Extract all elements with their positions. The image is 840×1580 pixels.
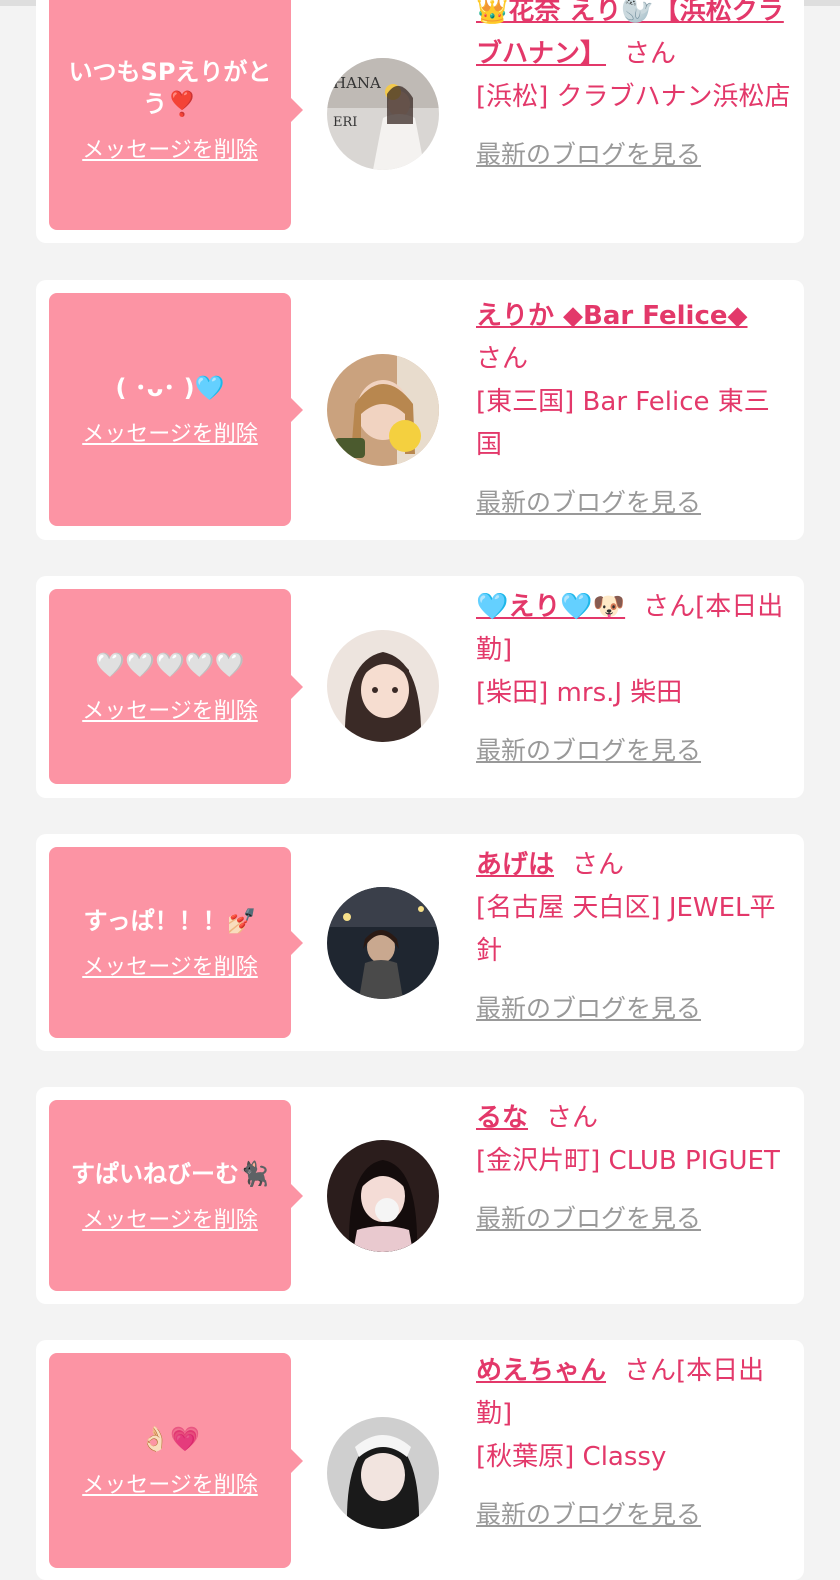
message-card: 👌🏻💗 メッセージを削除 めえちゃん さん[本日出勤] [秋葉原] Classy … — [36, 1340, 804, 1580]
avatar[interactable] — [327, 1140, 439, 1252]
profile-photo-icon — [327, 354, 439, 466]
avatar[interactable] — [327, 630, 439, 742]
sender-info: るな さん [金沢片町] CLUB PIGUET 最新のブログを見る — [476, 1097, 792, 1241]
message-bubble: すっぱ！！！💅🏻 メッセージを削除 — [49, 847, 303, 1038]
shop-text: [東三国] Bar Felice 東三国 — [476, 387, 770, 460]
honorific: さん — [572, 850, 625, 880]
honorific: さん — [546, 1103, 599, 1133]
avatar[interactable]: HANA ERI — [327, 58, 439, 170]
sender-name-link[interactable]: めえちゃん — [476, 1356, 606, 1386]
svg-text:HANA: HANA — [333, 74, 381, 92]
avatar[interactable] — [327, 1417, 439, 1529]
latest-blog-link[interactable]: 最新のブログを見る — [476, 1197, 701, 1240]
message-card: ( ･ᴗ･ )🩵 メッセージを削除 えりか ◆Bar Felice◆ さん [東… — [36, 280, 804, 540]
message-card: いつもSPえりがとう❣️ メッセージを削除 HANA ERI 👑花奈 えり🦭【浜… — [36, 0, 804, 243]
sender-info: 🩵えり🩵🐶 さん[本日出勤] [柴田] mrs.J 柴田 最新のブログを見る — [476, 586, 792, 773]
avatar[interactable] — [327, 354, 439, 466]
sender-info: めえちゃん さん[本日出勤] [秋葉原] Classy 最新のブログを見る — [476, 1350, 792, 1537]
honorific: さん — [624, 39, 677, 69]
message-bubble: 👌🏻💗 メッセージを削除 — [49, 1353, 303, 1568]
message-bubble: すぱいねびーむ🐈‍⬛ メッセージを削除 — [49, 1100, 303, 1291]
message-bubble: 🤍🤍🤍🤍🤍 メッセージを削除 — [49, 589, 303, 784]
sender-name-link[interactable]: あげは — [476, 850, 554, 880]
sender-name-link[interactable]: えりか ◆Bar Felice◆ — [476, 301, 748, 331]
message-card: すっぱ！！！💅🏻 メッセージを削除 あげは さん [名古屋 天白区] JEWEL平… — [36, 834, 804, 1051]
message-text: ( ･ᴗ･ )🩵 — [115, 373, 225, 402]
shop-text: [名古屋 天白区] JEWEL平針 — [476, 893, 776, 966]
delete-message-link[interactable]: メッセージを削除 — [82, 132, 258, 164]
delete-message-link[interactable]: メッセージを削除 — [82, 1467, 258, 1499]
profile-photo-icon — [327, 887, 439, 999]
delete-message-link[interactable]: メッセージを削除 — [82, 416, 258, 448]
message-card: すぱいねびーむ🐈‍⬛ メッセージを削除 るな さん [金沢片町] CLUB PIG… — [36, 1087, 804, 1304]
delete-message-link[interactable]: メッセージを削除 — [82, 949, 258, 981]
message-card: 🤍🤍🤍🤍🤍 メッセージを削除 🩵えり🩵🐶 さん[本日出勤] [柴田] mrs.J … — [36, 576, 804, 798]
message-bubble: いつもSPえりがとう❣️ メッセージを削除 — [49, 0, 303, 230]
avatar[interactable] — [327, 887, 439, 999]
profile-photo-icon: HANA ERI — [327, 58, 439, 170]
message-text: すっぱ！！！💅🏻 — [83, 906, 257, 935]
profile-photo-icon — [327, 1140, 439, 1252]
message-text: 🤍🤍🤍🤍🤍 — [95, 650, 245, 679]
delete-message-link[interactable]: メッセージを削除 — [82, 1202, 258, 1234]
message-bubble: ( ･ᴗ･ )🩵 メッセージを削除 — [49, 293, 303, 526]
latest-blog-link[interactable]: 最新のブログを見る — [476, 987, 701, 1030]
sender-name-link[interactable]: 🩵えり🩵🐶 — [476, 592, 625, 622]
latest-blog-link[interactable]: 最新のブログを見る — [476, 133, 701, 176]
profile-photo-icon — [327, 630, 439, 742]
message-text: 👌🏻💗 — [140, 1424, 200, 1453]
shop-text: [金沢片町] CLUB PIGUET — [476, 1146, 780, 1176]
svg-text:ERI: ERI — [333, 115, 357, 130]
sender-name-link[interactable]: るな — [476, 1103, 528, 1133]
shop-text: [秋葉原] Classy — [476, 1442, 667, 1472]
latest-blog-link[interactable]: 最新のブログを見る — [476, 1493, 701, 1536]
profile-photo-icon — [327, 1417, 439, 1529]
sender-info: あげは さん [名古屋 天白区] JEWEL平針 最新のブログを見る — [476, 844, 792, 1031]
message-text: いつもSPえりがとう❣️ — [68, 58, 272, 118]
shop-text: [浜松] クラブハナン浜松店 — [476, 82, 791, 112]
sender-info: 👑花奈 えり🦭【浜松クラブハナン】 さん [浜松] クラブハナン浜松店 最新のブロ… — [476, 0, 792, 177]
latest-blog-link[interactable]: 最新のブログを見る — [476, 729, 701, 772]
latest-blog-link[interactable]: 最新のブログを見る — [476, 481, 701, 524]
shop-text: [柴田] mrs.J 柴田 — [476, 678, 683, 708]
sender-info: えりか ◆Bar Felice◆ さん [東三国] Bar Felice 東三国… — [476, 295, 792, 525]
delete-message-link[interactable]: メッセージを削除 — [82, 693, 258, 725]
message-text: すぱいねびーむ🐈‍⬛ — [71, 1159, 269, 1188]
honorific: さん — [476, 344, 529, 374]
